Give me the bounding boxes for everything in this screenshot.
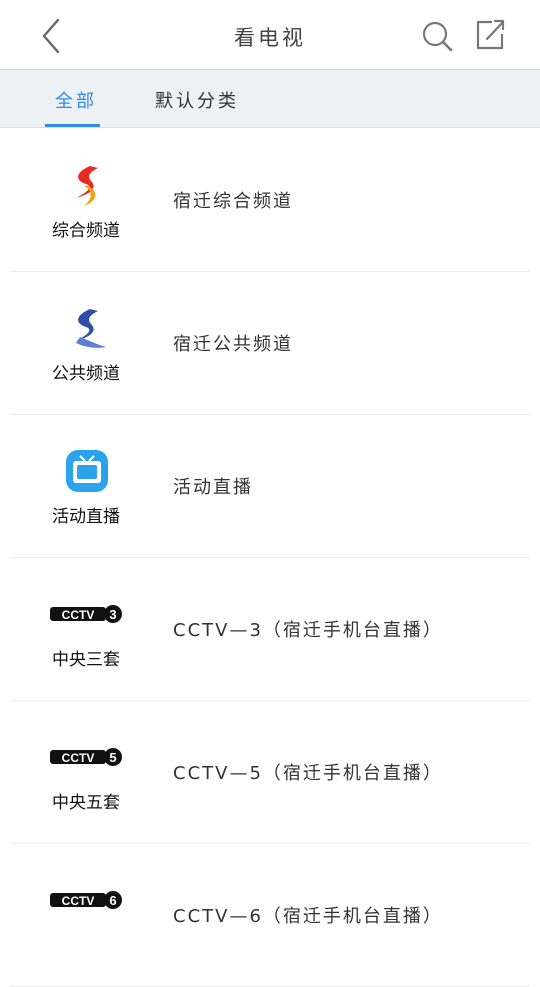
channel-row-1[interactable]: 综合频道 宿迁综合频道 bbox=[10, 129, 530, 272]
svg-text:CCTV: CCTV bbox=[62, 894, 95, 908]
channel-logo-label: 中央三套 bbox=[52, 650, 120, 669]
channel-row-3[interactable]: 活动直播 活动直播 bbox=[10, 415, 530, 558]
channel-name: 活动直播 bbox=[173, 477, 253, 498]
channel-row-5[interactable]: CCTV 5 中央五套 CCTV—5（宿迁手机台直播） bbox=[10, 701, 530, 844]
channel-row-4[interactable]: CCTV 3 中央三套 CCTV—3（宿迁手机台直播） bbox=[10, 558, 530, 701]
tab-default-category[interactable]: 默认分类 bbox=[155, 87, 239, 113]
search-button[interactable] bbox=[418, 16, 458, 56]
search-icon bbox=[422, 21, 453, 52]
tv-icon bbox=[40, 450, 134, 492]
channel-logo-label: 中央五套 bbox=[52, 793, 120, 812]
suqian-blue-logo bbox=[40, 307, 134, 348]
suqian-red-logo bbox=[40, 164, 134, 206]
svg-text:CCTV: CCTV bbox=[62, 751, 95, 765]
channel-logo-label: 活动直播 bbox=[52, 507, 120, 526]
channel-row-2[interactable]: 公共频道 宿迁公共频道 bbox=[10, 272, 530, 415]
cctv-channel-number: 3 bbox=[109, 607, 116, 622]
channel-list: 综合频道 宿迁综合频道 公共频道 宿迁公共频道 活动直播 活动直播 CCTV 3… bbox=[0, 129, 540, 987]
share-button[interactable] bbox=[470, 14, 510, 54]
channel-name: 宿迁公共频道 bbox=[173, 334, 293, 355]
channel-logo-label: 公共频道 bbox=[52, 364, 120, 383]
active-tab-indicator bbox=[45, 124, 100, 127]
channel-name: 宿迁综合频道 bbox=[173, 191, 293, 212]
channel-name: CCTV—3（宿迁手机台直播） bbox=[173, 620, 443, 641]
tab-all[interactable]: 全部 bbox=[55, 87, 97, 113]
cctv6-logo: CCTV 6 bbox=[40, 879, 134, 919]
top-navigation-bar: 看电视 bbox=[0, 0, 540, 70]
channel-row-6[interactable]: CCTV 6 CCTV—6（宿迁手机台直播） bbox=[10, 844, 530, 987]
share-icon bbox=[476, 19, 505, 50]
cctv-channel-number: 6 bbox=[109, 893, 116, 908]
category-tab-bar: 全部 默认分类 bbox=[0, 70, 540, 128]
cctv3-logo: CCTV 3 bbox=[40, 593, 134, 633]
cctv-channel-number: 5 bbox=[109, 750, 116, 765]
svg-text:CCTV: CCTV bbox=[62, 608, 95, 622]
channel-name: CCTV—6（宿迁手机台直播） bbox=[173, 906, 443, 927]
channel-name: CCTV—5（宿迁手机台直播） bbox=[173, 763, 443, 784]
cctv5-logo: CCTV 5 bbox=[40, 736, 134, 776]
channel-logo-label: 综合频道 bbox=[52, 221, 120, 240]
page-title: 看电视 bbox=[234, 26, 306, 50]
